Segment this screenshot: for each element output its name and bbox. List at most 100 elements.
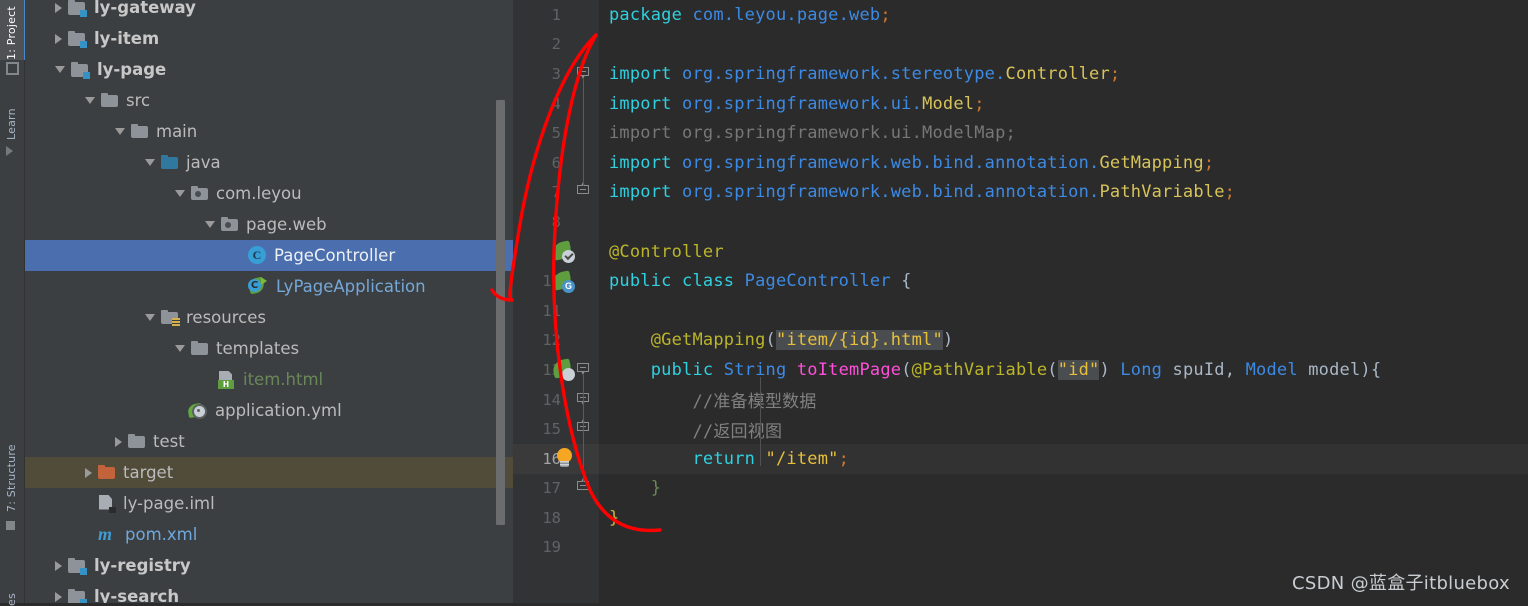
- editor-lines[interactable]: 1 package com.leyou.page.web; 2 3 import org…: [513, 0, 1528, 603]
- code-text-line-7: import org.springframework.web.bind.anno…: [609, 182, 1235, 202]
- tree-node-label: main: [156, 122, 198, 141]
- chevron-right-icon[interactable]: [55, 33, 62, 44]
- chevron-down-icon[interactable]: [145, 159, 155, 166]
- toolwindow-button-project[interactable]: 1: Project: [0, 0, 26, 60]
- editor-line-14[interactable]: 14 //准备模型数据: [513, 385, 1528, 415]
- editor-line-2[interactable]: 2: [513, 30, 1528, 60]
- tree-node-ly-registry[interactable]: ly-registry: [25, 550, 513, 581]
- fold-marker-method-end[interactable]: [577, 478, 591, 495]
- chevron-down-icon[interactable]: [85, 97, 95, 104]
- code-token: public: [609, 271, 683, 292]
- chevron-right-icon[interactable]: [85, 467, 92, 478]
- editor-line-3[interactable]: 3 import org.springframework.stereotype.C…: [513, 59, 1528, 89]
- chevron-down-icon[interactable]: [55, 66, 65, 73]
- tree-node-page-web[interactable]: page.web: [25, 209, 513, 240]
- code-text-line-4: import org.springframework.ui.Model;: [609, 94, 985, 114]
- chevron-right-icon[interactable]: [115, 436, 122, 447]
- editor-line-6[interactable]: 6 import org.springframework.web.bind.ann…: [513, 148, 1528, 178]
- code-editor[interactable]: 1 package com.leyou.page.web; 2 3 import org…: [513, 0, 1528, 603]
- tree-node-label: java: [186, 153, 221, 172]
- code-text-line-16: return "/item";: [609, 449, 849, 469]
- project-scrollbar-thumb[interactable]: [496, 100, 505, 525]
- tree-node-test[interactable]: test: [25, 426, 513, 457]
- spring-yaml-icon: [186, 402, 208, 419]
- tree-node-templates[interactable]: templates: [25, 333, 513, 364]
- editor-line-18[interactable]: 18}: [513, 503, 1528, 533]
- tree-node-ly-page-iml[interactable]: ly-page.iml: [25, 488, 513, 519]
- code-text-line-9: @Controller: [609, 242, 724, 262]
- chevron-down-icon[interactable]: [115, 128, 125, 135]
- code-token: ;: [1109, 63, 1121, 84]
- code-text-line-1: package com.leyou.page.web;: [609, 5, 891, 25]
- spring-bean-check-icon[interactable]: [551, 240, 575, 264]
- code-token: "/item": [765, 448, 839, 469]
- code-text-line-15: //返回视图: [609, 417, 782, 442]
- indent-guide: [760, 377, 761, 466]
- tree-node-pom-xml[interactable]: m pom.xml: [25, 519, 513, 550]
- tree-node-pagecontroller[interactable]: C PageController: [25, 240, 513, 271]
- chevron-right-icon[interactable]: [55, 560, 62, 571]
- code-token: (: [901, 359, 912, 380]
- chevron-down-icon[interactable]: [175, 190, 185, 197]
- line-number-8: 8: [551, 212, 561, 231]
- editor-line-10[interactable]: 10 Gpublic class PageController {: [513, 266, 1528, 296]
- spring-bean-icon[interactable]: G: [551, 269, 575, 293]
- tree-node-src[interactable]: src: [25, 85, 513, 116]
- chevron-down-icon[interactable]: [145, 314, 155, 321]
- watermark: CSDN @蓝盒子itbluebox: [1292, 573, 1510, 594]
- tree-node-resources[interactable]: resources: [25, 302, 513, 333]
- spring-request-mapping-icon[interactable]: [551, 358, 575, 382]
- editor-line-19[interactable]: 19: [513, 533, 1528, 563]
- fold-marker-method-start[interactable]: [577, 362, 591, 377]
- lightbulb-icon[interactable]: [555, 447, 575, 470]
- tree-node-ly-page[interactable]: ly-page: [25, 54, 513, 85]
- code-token: PathVariable: [1099, 182, 1225, 203]
- editor-line-12[interactable]: 12 @GetMapping("item/{id}.html"): [513, 326, 1528, 356]
- tree-node-ly-gateway[interactable]: ly-gateway: [25, 0, 513, 23]
- module-folder-icon: [68, 557, 87, 575]
- code-text-line-14: //准备模型数据: [609, 387, 817, 412]
- fold-marker-imports-start[interactable]: [577, 66, 591, 81]
- fold-marker-imports-end[interactable]: [577, 182, 591, 199]
- chevron-down-icon[interactable]: [205, 221, 215, 228]
- fold-marker-comment-end[interactable]: [577, 419, 591, 436]
- code-token: public: [609, 359, 724, 380]
- code-token: (: [765, 330, 776, 351]
- no-expander: [205, 379, 212, 380]
- editor-line-4[interactable]: 4 import org.springframework.ui.Model;: [513, 89, 1528, 119]
- line-number-1: 1: [551, 5, 561, 24]
- tree-node-ly-item[interactable]: ly-item: [25, 23, 513, 54]
- project-tool-window[interactable]: ly-gateway ly-item ly-page src main java com.l…: [25, 0, 513, 603]
- editor-line-17[interactable]: 17 }: [513, 474, 1528, 504]
- editor-line-7[interactable]: 7 import org.springframework.web.bind.ann…: [513, 178, 1528, 208]
- editor-line-8[interactable]: 8: [513, 207, 1528, 237]
- editor-line-11[interactable]: 11: [513, 296, 1528, 326]
- editor-line-16[interactable]: 16 return "/item";: [513, 443, 1528, 474]
- chevron-right-icon[interactable]: [55, 2, 62, 13]
- project-tree[interactable]: ly-gateway ly-item ly-page src main java com.l…: [25, 0, 513, 603]
- tree-node-ly-search[interactable]: ly-search: [25, 581, 513, 603]
- code-token: import: [609, 182, 683, 203]
- tree-node-main[interactable]: main: [25, 116, 513, 147]
- editor-line-5[interactable]: 5 import org.springframework.ui.ModelMap;: [513, 118, 1528, 148]
- editor-line-13[interactable]: 13 public String toItemPage(@PathVariabl…: [513, 355, 1528, 385]
- editor-line-9[interactable]: 9@Controller: [513, 237, 1528, 267]
- tree-node-label: ly-item: [94, 29, 160, 48]
- code-token: ){: [1360, 359, 1382, 380]
- editor-line-1[interactable]: 1 package com.leyou.page.web;: [513, 0, 1528, 30]
- chevron-down-icon[interactable]: [175, 345, 185, 352]
- toolwindow-button-favorites[interactable]: es: [0, 572, 24, 606]
- toolwindow-button-learn[interactable]: Learn: [0, 86, 24, 140]
- toolwindow-button-structure[interactable]: 7: Structure: [0, 420, 24, 512]
- tree-node-application-yml[interactable]: application.yml: [25, 395, 513, 426]
- fold-marker-comment-start[interactable]: [577, 392, 591, 407]
- tree-node-item-html[interactable]: Hitem.html: [25, 364, 513, 395]
- editor-line-15[interactable]: 15 //返回视图: [513, 414, 1528, 444]
- code-text-line-17: }: [609, 478, 661, 498]
- tree-node-java[interactable]: java: [25, 147, 513, 178]
- chevron-right-icon[interactable]: [55, 591, 62, 602]
- tree-node-label: ly-registry: [94, 556, 191, 575]
- tree-node-lypageapplication[interactable]: C LyPageApplication: [25, 271, 513, 302]
- tree-node-com-leyou[interactable]: com.leyou: [25, 178, 513, 209]
- tree-node-target[interactable]: target: [25, 457, 513, 488]
